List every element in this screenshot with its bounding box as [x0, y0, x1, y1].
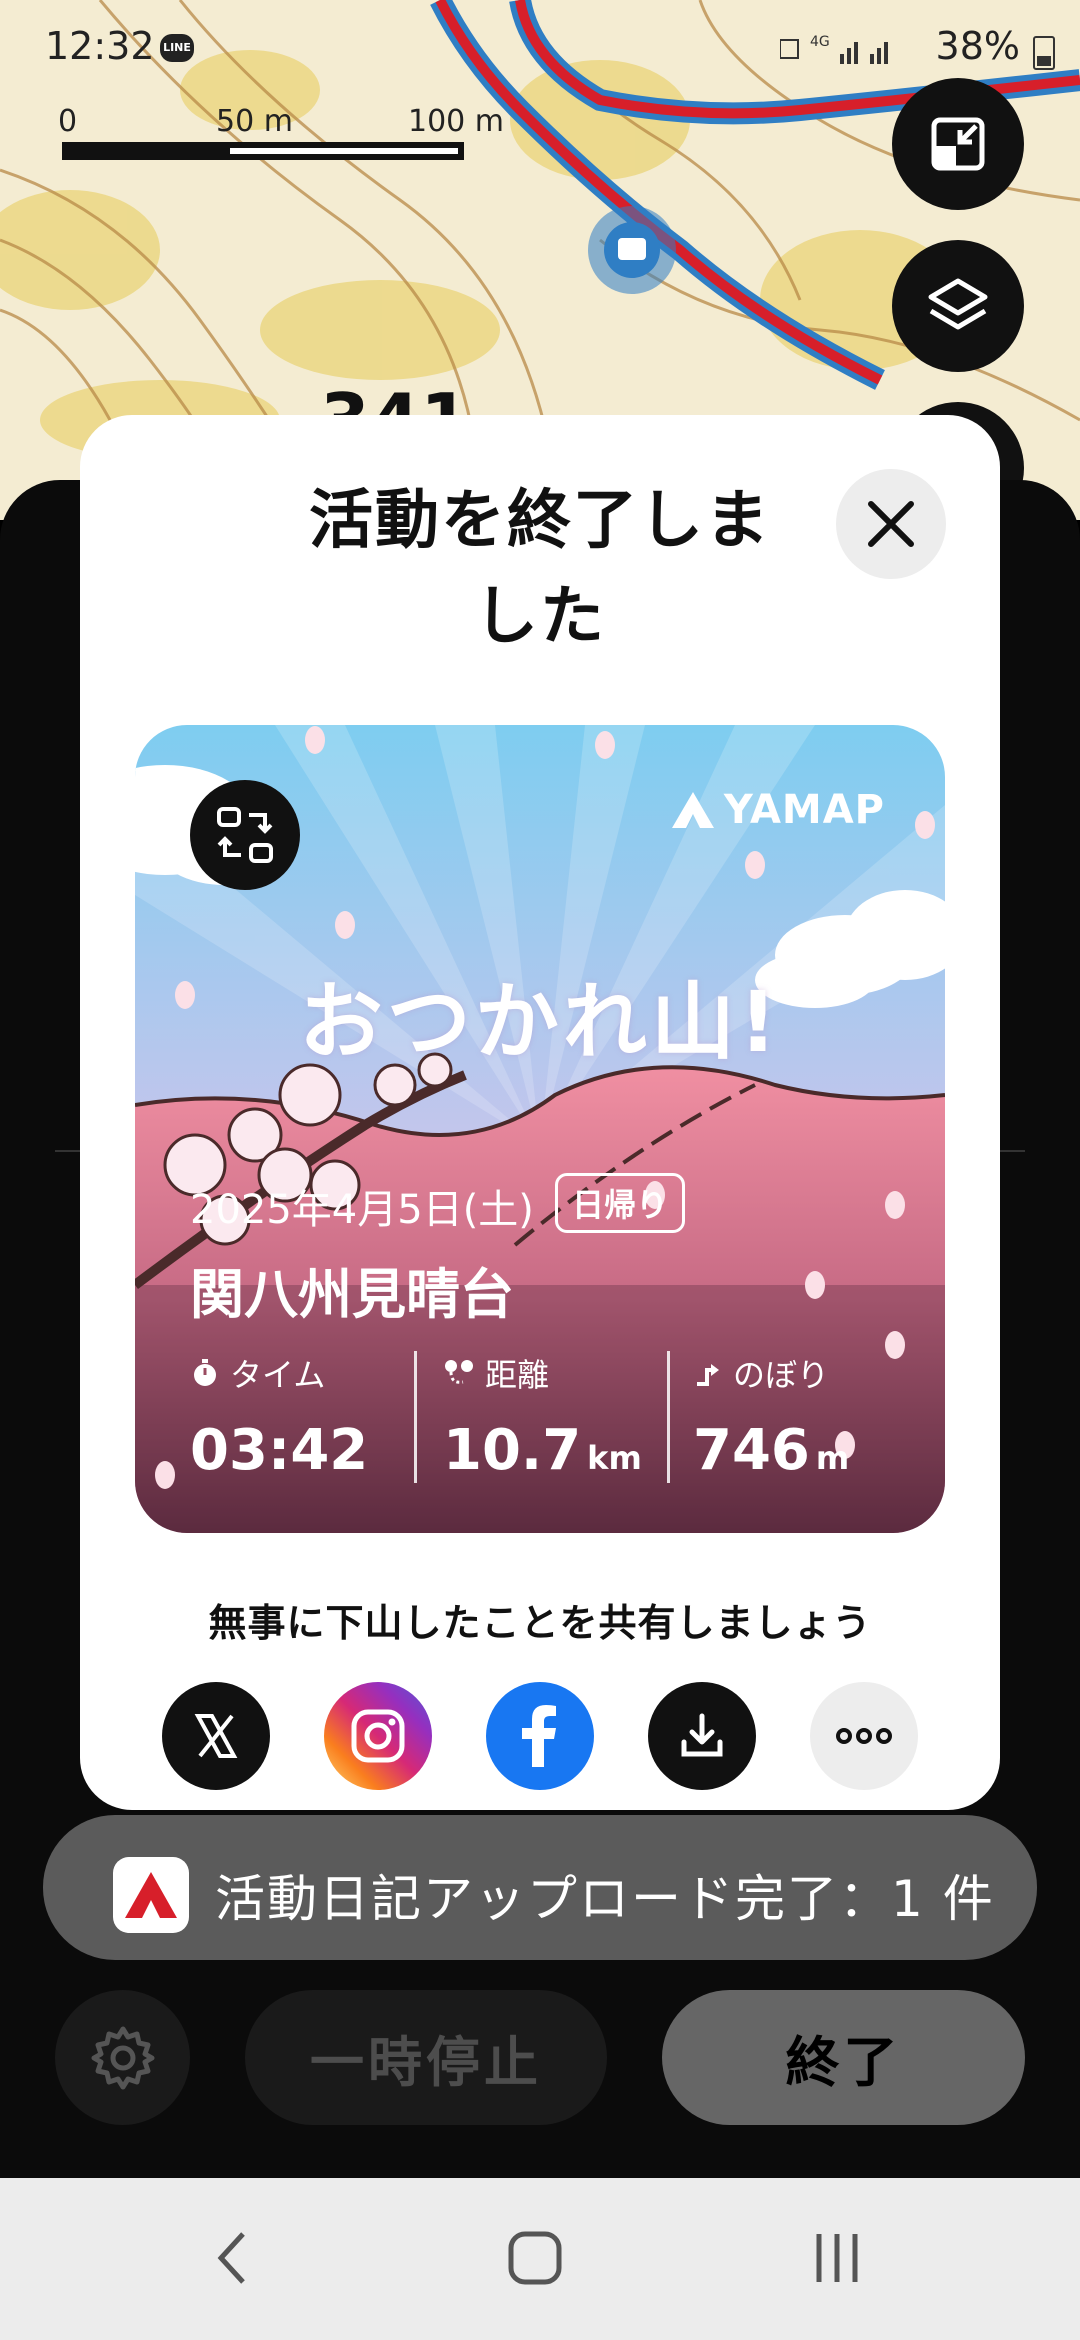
- stat-time: タイム 03:42: [190, 1350, 368, 1483]
- stat-time-label: タイム: [230, 1356, 326, 1394]
- yamap-mountain-icon: [125, 1872, 177, 1918]
- home-square-icon: [508, 2231, 562, 2285]
- toast-message: 活動日記アップロード完了：1 件: [215, 1870, 995, 1928]
- fullscreen-button[interactable]: [892, 78, 1024, 210]
- stat-ascent-label: のぼり: [733, 1356, 830, 1394]
- pause-button[interactable]: 一時停止: [245, 1990, 607, 2125]
- signal-icon: 4G: [780, 34, 888, 64]
- download-icon: [681, 1713, 723, 1757]
- dialog-title: 活動を終了しました: [309, 484, 771, 654]
- nav-back-button[interactable]: [188, 2218, 278, 2298]
- gear-icon: [91, 2026, 154, 2089]
- instagram-icon: [351, 1709, 405, 1763]
- yamap-logo: YAMAP: [670, 787, 885, 833]
- layers-button[interactable]: [892, 240, 1024, 372]
- ascent-arrow-icon: [697, 1364, 719, 1386]
- end-button[interactable]: 終了: [662, 1990, 1025, 2125]
- share-prompt: 無事に下山したことを共有しましょう: [208, 1601, 872, 1645]
- chevron-left-icon: [217, 2232, 245, 2284]
- layers-icon: [928, 278, 988, 330]
- scale-label-100: 100 m: [408, 104, 505, 139]
- nav-home-button[interactable]: [490, 2218, 580, 2298]
- scale-label-50: 50 m: [216, 104, 293, 139]
- upload-toast: 活動日記アップロード完了：1 件: [43, 1815, 1037, 1960]
- share-x-button[interactable]: [162, 1682, 270, 1790]
- card-headline: おつかれ山!: [298, 973, 782, 1071]
- stat-divider: [414, 1351, 417, 1483]
- status-time: 12:32: [45, 24, 155, 68]
- stopwatch-icon: [194, 1359, 216, 1386]
- close-button[interactable]: [836, 469, 946, 579]
- route-points-icon: [445, 1360, 473, 1384]
- system-nav-bar: [0, 2178, 1080, 2340]
- battery-icon: [1033, 36, 1055, 70]
- activity-date: 2025年4月5日(土): [190, 1187, 534, 1233]
- stat-distance-unit: km: [587, 1439, 642, 1477]
- x-logo-icon: [194, 1714, 238, 1758]
- stat-ascent: のぼり 746 m: [693, 1350, 849, 1483]
- activity-finished-dialog: 活動を終了しました YAMAP おつかれ山! 2025年4月5日(土) 日帰り …: [80, 415, 1000, 1810]
- close-icon: [868, 501, 914, 547]
- collapse-icon: [931, 117, 985, 171]
- nav-recents-button[interactable]: [792, 2218, 882, 2298]
- recents-icon: [816, 2234, 858, 2282]
- status-bar: 12:32 LINE 4G 38%: [0, 0, 1080, 90]
- trip-type-badge: 日帰り: [555, 1173, 686, 1233]
- facebook-icon: [522, 1705, 556, 1767]
- scale-bar-segment: [230, 148, 458, 154]
- more-icon: [836, 1728, 892, 1744]
- stat-time-value: 03:42: [190, 1418, 369, 1483]
- stat-divider: [667, 1351, 670, 1483]
- stat-distance-value: 10.7: [443, 1418, 582, 1483]
- battery-level: 38%: [935, 24, 1020, 68]
- scale-label-0: 0: [58, 104, 78, 139]
- swap-icon: [217, 807, 273, 863]
- settings-button[interactable]: [55, 1990, 190, 2125]
- summary-card: YAMAP おつかれ山! 2025年4月5日(土) 日帰り 関八州見晴台 タイム…: [135, 725, 945, 1533]
- line-notification-icon: LINE: [160, 34, 194, 62]
- stat-ascent-value: 746: [693, 1418, 810, 1483]
- mountain-name: 関八州見晴台: [190, 1263, 514, 1326]
- swap-design-button[interactable]: [190, 780, 300, 890]
- share-facebook-button[interactable]: [486, 1682, 594, 1790]
- yamap-app-icon: [113, 1857, 189, 1933]
- stat-distance: 距離 10.7 km: [443, 1350, 642, 1483]
- download-image-button[interactable]: [648, 1682, 756, 1790]
- share-instagram-button[interactable]: [324, 1682, 432, 1790]
- more-share-button[interactable]: [810, 1682, 918, 1790]
- stat-ascent-unit: m: [815, 1439, 850, 1477]
- yamap-mountain-icon: [671, 792, 714, 828]
- svg-text:4G: 4G: [810, 34, 830, 50]
- stat-distance-label: 距離: [485, 1356, 550, 1394]
- yamap-wordmark: YAMAP: [723, 787, 885, 833]
